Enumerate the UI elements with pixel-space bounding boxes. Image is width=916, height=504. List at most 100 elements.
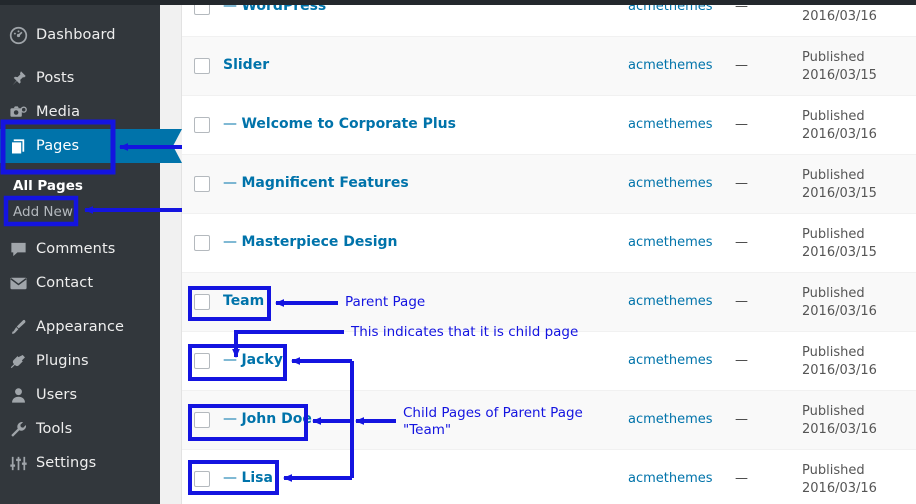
- date-value: 2016/03/16: [802, 126, 877, 142]
- sidebar-item-all-pages[interactable]: All Pages: [0, 173, 160, 199]
- sidebar-item-label: Dashboard: [36, 27, 116, 43]
- sidebar-item-pages[interactable]: Pages: [0, 129, 160, 163]
- sidebar-item-label: Appearance: [36, 319, 125, 335]
- page-title-link[interactable]: — Magnificent Features: [223, 175, 409, 191]
- dashboard-icon: [0, 26, 36, 45]
- collapse-icon: [0, 500, 36, 504]
- date-value: 2016/03/16: [802, 480, 877, 496]
- page-title-link[interactable]: — Welcome to Corporate Plus: [223, 116, 456, 132]
- sidebar-subitem-label: Add New: [13, 204, 73, 220]
- author-link[interactable]: acmethemes: [628, 235, 713, 250]
- table-row[interactable]: — Jacky acmethemes — Published 2016/03/16: [182, 332, 916, 391]
- date-value: 2016/03/16: [802, 362, 877, 378]
- table-row[interactable]: — Magnificent Features acmethemes — Publish…: [182, 155, 916, 214]
- page-title-link[interactable]: Team: [223, 293, 264, 309]
- admin-bar-edge: [0, 0, 916, 5]
- date-status: Published: [802, 285, 865, 301]
- date-status: Published: [802, 108, 865, 124]
- page-title-link[interactable]: — Masterpiece Design: [223, 234, 397, 250]
- page-title-text: Welcome to Corporate Plus: [241, 115, 456, 132]
- page-title-text: Team: [223, 292, 265, 309]
- sidebar-item-label: Media: [36, 104, 81, 120]
- admin-sidebar: Dashboard Posts Media Pages All Pages Ad…: [0, 0, 160, 504]
- sidebar-item-label: Contact: [36, 275, 94, 291]
- page-title-text: Magnificent Features: [241, 174, 409, 191]
- table-row[interactable]: — John Doe acmethemes — Published 2016/03/16: [182, 391, 916, 450]
- date-value: 2016/03/16: [802, 303, 877, 319]
- child-page-dash: —: [223, 233, 242, 250]
- sidebar-item-label: Plugins: [36, 353, 89, 369]
- date-cell: Published 2016/03/16: [802, 403, 877, 439]
- page-title-link[interactable]: — John Doe: [223, 411, 312, 427]
- row-checkbox[interactable]: [194, 411, 210, 428]
- table-row[interactable]: Slider acmethemes — Published 2016/03/15: [182, 37, 916, 96]
- comments-count: —: [735, 116, 748, 132]
- sidebar-item-settings[interactable]: Settings: [0, 446, 160, 480]
- sidebar-item-label: Posts: [36, 70, 75, 86]
- page-title-text: John Doe: [241, 410, 312, 427]
- pages-icon: [0, 137, 36, 156]
- comments-count: —: [735, 293, 748, 309]
- date-status: Published: [802, 403, 865, 419]
- camera-icon: [0, 103, 36, 122]
- author-link[interactable]: acmethemes: [628, 353, 713, 368]
- row-checkbox[interactable]: [194, 57, 210, 74]
- date-cell: Published 2016/03/16: [802, 285, 877, 321]
- date-value: 2016/03/16: [802, 8, 877, 24]
- sidebar-item-contact[interactable]: Contact: [0, 266, 160, 300]
- date-cell: Published 2016/03/16: [802, 108, 877, 144]
- sidebar-item-tools[interactable]: Tools: [0, 412, 160, 446]
- author-link[interactable]: acmethemes: [628, 471, 713, 486]
- date-status: Published: [802, 226, 865, 242]
- row-checkbox[interactable]: [194, 293, 210, 310]
- content-gutter: [160, 0, 182, 504]
- table-row[interactable]: — Lisa acmethemes — Published 2016/03/16: [182, 450, 916, 504]
- sidebar-item-dashboard[interactable]: Dashboard: [0, 18, 160, 52]
- sidebar-item-media[interactable]: Media: [0, 95, 160, 129]
- pages-current-flag: [160, 129, 182, 163]
- row-checkbox[interactable]: [194, 352, 210, 369]
- table-row[interactable]: — Welcome to Corporate Plus acmethemes — Pu…: [182, 96, 916, 155]
- date-status: Published: [802, 344, 865, 360]
- row-checkbox[interactable]: [194, 470, 210, 487]
- plug-icon: [0, 352, 36, 371]
- author-link[interactable]: acmethemes: [628, 412, 713, 427]
- page-title-text: Jacky: [241, 351, 283, 368]
- sidebar-item-label: Settings: [36, 455, 97, 471]
- sidebar-item-appearance[interactable]: Appearance: [0, 310, 160, 344]
- date-status: Published: [802, 462, 865, 478]
- child-page-dash: —: [223, 115, 242, 132]
- sidebar-item-plugins[interactable]: Plugins: [0, 344, 160, 378]
- sidebar-item-partial[interactable]: [0, 492, 160, 504]
- date-cell: Published 2016/03/16: [802, 462, 877, 498]
- wrench-icon: [0, 420, 36, 439]
- sidebar-item-add-new[interactable]: Add New: [0, 199, 160, 225]
- sidebar-item-users[interactable]: Users: [0, 378, 160, 412]
- table-row[interactable]: — WordPressacmethemes—Published2016/03/1…: [182, 0, 916, 37]
- row-checkbox[interactable]: [194, 175, 210, 192]
- table-row[interactable]: Team acmethemes — Published 2016/03/16: [182, 273, 916, 332]
- sidebar-item-comments[interactable]: Comments: [0, 232, 160, 266]
- author-link[interactable]: acmethemes: [628, 294, 713, 309]
- author-link[interactable]: acmethemes: [628, 58, 713, 73]
- date-cell: Published 2016/03/15: [802, 226, 877, 262]
- comments-count: —: [735, 57, 748, 73]
- table-row[interactable]: — Masterpiece Design acmethemes — Published…: [182, 214, 916, 273]
- sidebar-item-label: Users: [36, 387, 78, 403]
- page-title-link[interactable]: — Lisa: [223, 470, 273, 486]
- gutter-edge: [181, 0, 182, 504]
- page-title-link[interactable]: Slider: [223, 57, 269, 73]
- row-checkbox[interactable]: [194, 116, 210, 133]
- date-cell: Published 2016/03/15: [802, 49, 877, 85]
- page-title-link[interactable]: — Jacky: [223, 352, 283, 368]
- comments-count: —: [735, 470, 748, 486]
- child-page-dash: —: [223, 410, 242, 427]
- date-value: 2016/03/15: [802, 244, 877, 260]
- date-status: Published: [802, 49, 865, 65]
- sidebar-item-posts[interactable]: Posts: [0, 61, 160, 95]
- user-icon: [0, 386, 36, 405]
- row-checkbox[interactable]: [194, 234, 210, 251]
- child-page-dash: —: [223, 469, 242, 486]
- author-link[interactable]: acmethemes: [628, 176, 713, 191]
- author-link[interactable]: acmethemes: [628, 117, 713, 132]
